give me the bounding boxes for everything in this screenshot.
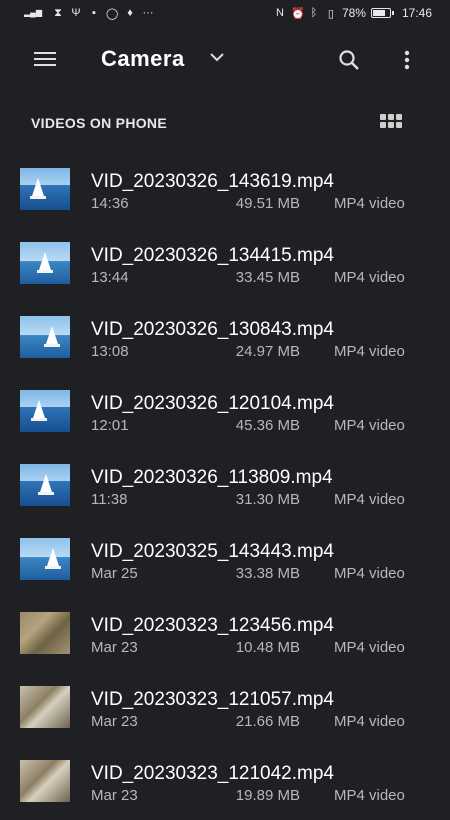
video-type: MP4 video: [334, 787, 405, 804]
video-size: 10.48 MB: [235, 639, 300, 656]
alarm-icon: ⏰: [290, 7, 305, 20]
video-filename: VID_20230323_121042.mp4: [91, 763, 334, 784]
video-thumbnail[interactable]: [20, 316, 70, 358]
video-list-item[interactable]: VID_20230323_121057.mp4 Mar 23 21.66 MB MP4…: [0, 676, 450, 746]
sailboat-shape: [39, 252, 51, 270]
video-thumbnail[interactable]: [20, 242, 70, 284]
hourglass-icon: ⧗: [54, 6, 62, 19]
video-size: 21.66 MB: [235, 713, 300, 730]
video-filename: VID_20230326_120104.mp4: [91, 393, 334, 414]
folder-title[interactable]: Camera: [101, 46, 185, 72]
location-icon: ♦: [127, 7, 133, 19]
video-filename: VID_20230323_121057.mp4: [91, 689, 334, 710]
video-size: 33.45 MB: [235, 269, 300, 286]
video-time: 14:36: [91, 195, 129, 212]
video-type: MP4 video: [334, 713, 405, 730]
video-size: 33.38 MB: [235, 565, 300, 582]
video-filename: VID_20230326_130843.mp4: [91, 319, 334, 340]
vibrate-icon: ▯: [327, 7, 334, 20]
video-thumbnail[interactable]: [20, 168, 70, 210]
video-thumbnail[interactable]: [20, 760, 70, 802]
battery-icon: [370, 8, 394, 18]
video-filename: VID_20230326_143619.mp4: [91, 171, 334, 192]
video-thumbnail[interactable]: [20, 686, 70, 728]
video-size: 24.97 MB: [235, 343, 300, 360]
video-type: MP4 video: [334, 343, 405, 360]
video-filename: VID_20230326_134415.mp4: [91, 245, 334, 266]
status-time: 17:46: [401, 6, 432, 20]
more-options-icon[interactable]: [400, 48, 414, 72]
video-thumbnail[interactable]: [20, 390, 70, 432]
app-bar: Camera: [0, 26, 450, 90]
video-type: MP4 video: [334, 491, 405, 508]
video-list-item[interactable]: VID_20230326_120104.mp4 12:01 45.36 MB MP4 …: [0, 380, 450, 450]
video-type: MP4 video: [334, 195, 405, 212]
video-filename: VID_20230323_123456.mp4: [91, 615, 334, 636]
search-icon[interactable]: [337, 48, 361, 72]
video-time: 13:08: [91, 343, 129, 360]
video-type: MP4 video: [334, 417, 405, 434]
sailboat-shape: [32, 178, 44, 196]
video-thumbnail[interactable]: [20, 464, 70, 506]
video-time: Mar 23: [91, 713, 138, 730]
video-list-item[interactable]: VID_20230323_123456.mp4 Mar 23 10.48 MB MP4…: [0, 602, 450, 672]
nfc-icon: N: [275, 7, 284, 19]
video-list-item[interactable]: VID_20230323_121042.mp4 Mar 23 19.89 MB MP4…: [0, 750, 450, 820]
sailboat-hull: [30, 196, 46, 199]
video-thumbnail[interactable]: [20, 538, 70, 580]
sailboat-shape: [46, 326, 58, 344]
usb-icon: Ψ: [71, 7, 81, 19]
sailboat-hull: [37, 270, 53, 273]
video-size: 19.89 MB: [235, 787, 300, 804]
video-filename: VID_20230326_113809.mp4: [91, 467, 333, 488]
sailboat-shape: [40, 474, 52, 492]
video-filename: VID_20230325_143443.mp4: [91, 541, 334, 562]
video-time: 12:01: [91, 417, 129, 434]
video-thumbnail[interactable]: [20, 612, 70, 654]
sailboat-shape: [47, 548, 59, 566]
section-title: VIDEOS ON PHONE: [31, 115, 167, 131]
video-size: 45.36 MB: [235, 417, 300, 434]
sailboat-shape: [33, 400, 45, 418]
grid-view-icon[interactable]: [380, 114, 402, 129]
sailboat-hull: [44, 344, 60, 347]
chevron-down-icon[interactable]: [208, 50, 226, 64]
video-type: MP4 video: [334, 639, 405, 656]
video-time: Mar 23: [91, 639, 138, 656]
status-bar: ▂▄▆ ⧗ Ψ ▪ ◯ ♦ ··· N ⏰ ᛒ ▯ 78% 17:46: [0, 0, 450, 26]
video-time: 13:44: [91, 269, 129, 286]
video-size: 49.51 MB: [235, 195, 300, 212]
bluetooth-icon: ᛒ: [310, 7, 318, 19]
sailboat-hull: [45, 566, 61, 569]
video-size: 31.30 MB: [235, 491, 300, 508]
video-type: MP4 video: [334, 565, 405, 582]
menu-icon[interactable]: [34, 52, 56, 66]
video-list-item[interactable]: VID_20230326_113809.mp4 11:38 31.30 MB MP4 …: [0, 454, 450, 524]
battery-level: [372, 10, 385, 16]
signal-icon: ▂▄▆: [24, 8, 42, 17]
notification-icon: ▪: [92, 7, 96, 19]
video-list-item[interactable]: VID_20230326_134415.mp4 13:44 33.45 MB MP4 …: [0, 232, 450, 302]
sailboat-hull: [31, 418, 47, 421]
more-notifications-icon: ···: [142, 7, 154, 19]
video-list-item[interactable]: VID_20230325_143443.mp4 Mar 25 33.38 MB MP4…: [0, 528, 450, 598]
video-type: MP4 video: [334, 269, 405, 286]
sailboat-hull: [38, 492, 54, 495]
whatsapp-icon: ◯: [106, 7, 119, 20]
video-time: Mar 25: [91, 565, 138, 582]
video-list-item[interactable]: VID_20230326_130843.mp4 13:08 24.97 MB MP4 …: [0, 306, 450, 376]
battery-percent: 78%: [341, 6, 366, 20]
video-time: 11:38: [91, 491, 128, 508]
video-list-item[interactable]: VID_20230326_143619.mp4 14:36 49.51 MB MP4 …: [0, 158, 450, 228]
video-time: Mar 23: [91, 787, 138, 804]
